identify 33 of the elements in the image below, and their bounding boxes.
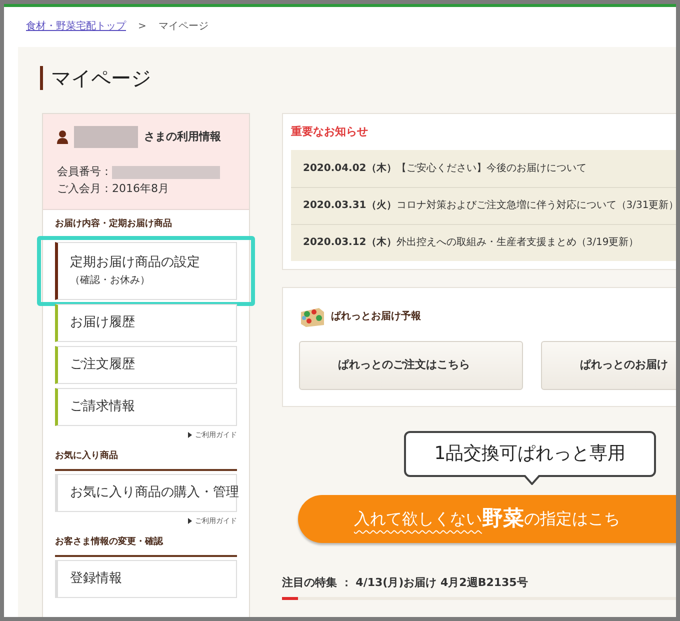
title-bar-mark bbox=[40, 66, 43, 90]
section-heading: お届け内容・定期お届け商品 bbox=[55, 218, 237, 238]
page-title: マイページ bbox=[51, 65, 151, 92]
section-heading: お客さま情報の変更・確認 bbox=[55, 536, 237, 556]
member-info-heading: さまの利用情報 bbox=[144, 128, 221, 145]
join-month-text: ご入会月：2016年8月 bbox=[57, 180, 170, 196]
sidebar-menu-item[interactable]: ご注文履歴 bbox=[55, 346, 237, 384]
sidebar-menu-item[interactable]: 登録情報 bbox=[55, 560, 237, 598]
triangle-icon bbox=[188, 518, 192, 524]
redacted-name-block bbox=[74, 126, 138, 148]
vegetable-box-icon bbox=[299, 306, 325, 328]
breadcrumb-link[interactable]: 食材・野菜宅配トップ bbox=[26, 19, 126, 34]
sidebar-menu-item[interactable]: ご請求情報 bbox=[55, 388, 237, 426]
notice-item[interactable]: 2020.04.02（木）【ご安心ください】今後のお届けについて bbox=[291, 150, 676, 186]
forecast-button[interactable]: ぱれっとのお届け bbox=[541, 340, 676, 390]
sidebar-menu-item[interactable]: 定期お届け商品の設定 （確認・お休み） bbox=[55, 242, 237, 300]
callout-tail-icon bbox=[524, 474, 540, 484]
feature-heading: 注目の特集 ： 4/13(月)お届け 4月2週B2135号 bbox=[282, 574, 529, 590]
triangle-icon bbox=[188, 432, 192, 438]
notice-heading: 重要なお知らせ bbox=[291, 124, 369, 140]
banner-text-part: の指定はこち bbox=[524, 508, 620, 530]
notice-item[interactable]: 2020.03.12（木）外出控えへの取組み・生産者支援まとめ（3/19更新） bbox=[291, 224, 676, 260]
notice-item[interactable]: 2020.03.31（火）コロナ対策およびご注文急増に伴う対応について（3/31更新） bbox=[291, 186, 676, 224]
person-icon bbox=[57, 130, 68, 144]
sidebar-menu-item[interactable]: お気に入り商品の購入・管理 bbox=[55, 474, 237, 512]
member-number-label: 会員番号： bbox=[57, 164, 112, 180]
banner-text-part: 野菜 bbox=[482, 504, 524, 532]
sidebar-menu-item[interactable]: お届け履歴 bbox=[55, 304, 237, 342]
breadcrumb-text: > bbox=[138, 20, 146, 34]
breadcrumb-text: マイページ bbox=[158, 20, 208, 34]
forecast-heading: ぱれっとお届け予報 bbox=[331, 310, 421, 324]
forecast-button[interactable]: ぱれっとのご注文はこちら bbox=[299, 340, 523, 390]
section-heading: お気に入り商品 bbox=[55, 450, 237, 470]
